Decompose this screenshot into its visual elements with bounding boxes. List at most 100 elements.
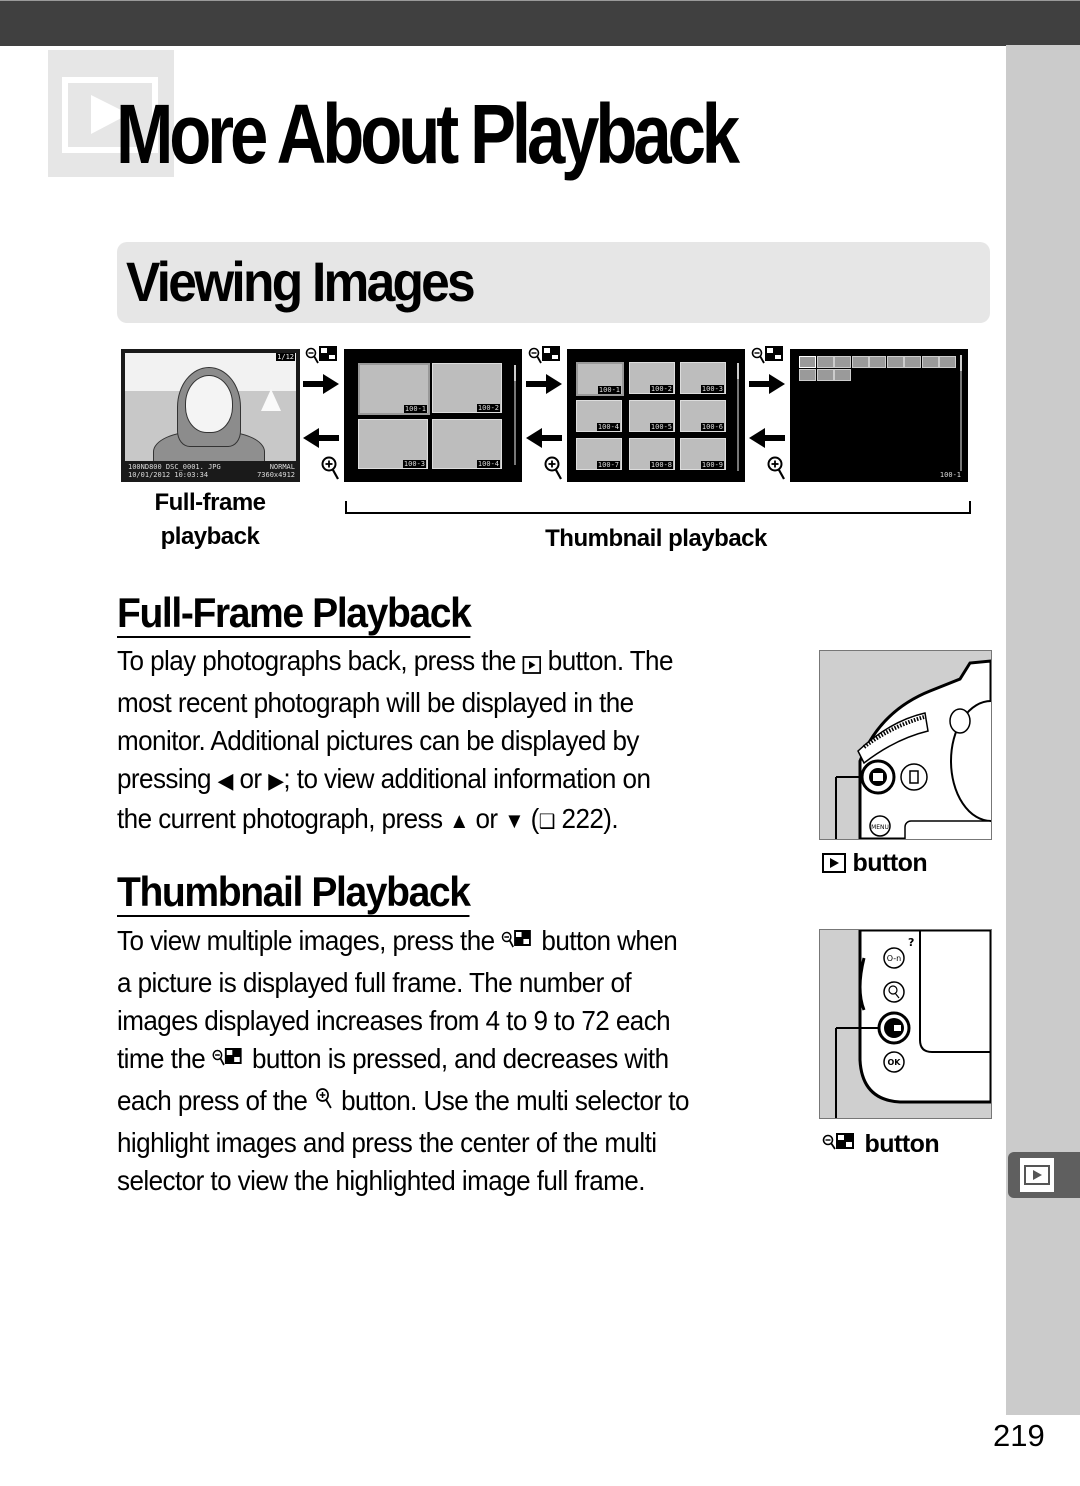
info-line2-left: 10/01/2012 10:03:34 xyxy=(128,471,209,479)
left-arrow-icon xyxy=(526,428,562,453)
paragraph-line: most recent photograph will be displayed… xyxy=(117,684,768,722)
chapter-title: More About Playback xyxy=(116,87,740,181)
mini-thumbnail xyxy=(799,369,816,381)
paragraph-line: the current photograph, press ▲ or ▼ (❑ … xyxy=(117,800,768,841)
playback-icon xyxy=(822,853,846,873)
svg-text:OK: OK xyxy=(888,1058,902,1067)
paragraph-line: To play photographs back, press the butt… xyxy=(117,642,768,684)
right-arrow-icon xyxy=(303,374,339,399)
paragraph-line: selector to view the highlighted image f… xyxy=(117,1162,768,1200)
paragraph-text: ( xyxy=(523,803,540,834)
mini-thumbnail xyxy=(921,356,939,368)
scrollbar xyxy=(514,365,516,465)
top-bar xyxy=(0,0,1080,46)
camera-back-drawing: MENU xyxy=(835,659,991,839)
left-arrow-icon: ◀ xyxy=(217,768,234,793)
zoom-in-icon xyxy=(320,455,342,488)
down-arrow-icon: ▼ xyxy=(504,808,524,833)
up-arrow-icon: ▲ xyxy=(449,808,469,833)
paragraph-text: the current photograph, press xyxy=(117,803,450,834)
paragraph-line: each press of the button. Use the multi … xyxy=(117,1082,768,1124)
playback-icon xyxy=(522,646,542,684)
heading-full-frame-playback: Full-Frame Playback xyxy=(117,589,472,638)
thumbnail: 100-2 xyxy=(432,363,502,413)
info-line1-left: 100ND800 DSC_0001. JPG xyxy=(128,463,221,471)
paragraph-text: time the xyxy=(117,1043,212,1074)
paragraph-text: highlight images and press the center of… xyxy=(117,1127,657,1158)
thumbnail: 100-6 xyxy=(680,400,726,432)
mini-thumbnail xyxy=(834,356,851,368)
thumbnail-button-caption-text: button xyxy=(864,1130,940,1158)
heading-thumbnail-playback: Thumbnail Playback xyxy=(117,868,471,917)
zoom-out-thumbnail-icon xyxy=(528,345,562,372)
right-arrow-icon xyxy=(749,374,785,399)
paragraph-line: highlight images and press the center of… xyxy=(117,1124,768,1162)
side-thumb-strip xyxy=(1006,45,1080,1415)
thumbnail-bracket xyxy=(345,501,971,514)
paragraph-text: button when xyxy=(534,925,678,956)
right-arrow-icon xyxy=(526,374,562,399)
playback-icon xyxy=(1024,1165,1050,1185)
thumbnail: 100-4 xyxy=(432,419,502,469)
paragraph-text: button. Use the multi selector to xyxy=(334,1085,689,1116)
zoom-in-icon xyxy=(314,1086,334,1124)
paragraph-line: a picture is displayed full frame. The n… xyxy=(117,964,768,1002)
paragraph-text: a picture is displayed full frame. The n… xyxy=(117,967,632,998)
screen-full-frame: 1/12 100ND800 DSC_0001. JPG NORMAL 10/01… xyxy=(121,349,300,482)
thumbnail: 100-3 xyxy=(358,419,428,469)
thumbnail: 100-1 xyxy=(358,363,430,415)
camera-rear-drawing: O-n ? OK xyxy=(835,930,991,1118)
svg-text:MENU: MENU xyxy=(871,824,889,831)
left-arrow-icon xyxy=(303,428,339,453)
paragraph-line: time the button is pressed, and decrease… xyxy=(117,1040,768,1082)
thumbnail-button-caption: button xyxy=(822,1130,940,1158)
info-line2-right: 7360x4912 xyxy=(257,471,295,479)
mini-thumbnail xyxy=(904,356,921,368)
zoom-in-icon xyxy=(766,455,788,488)
paragraph-text: or xyxy=(232,763,269,794)
svg-text:O-n: O-n xyxy=(887,954,901,963)
frame-counter: 1/12 xyxy=(276,353,295,361)
side-tab-icon-box xyxy=(1020,1158,1054,1192)
paragraph-text: each press of the xyxy=(117,1085,314,1116)
zoom-out-thumbnail-icon xyxy=(822,1133,854,1150)
paragraph-line: monitor. Additional pictures can be disp… xyxy=(117,722,768,760)
screen-9-thumbnails: 100-1 100-2 100-3 100-4 100-5 100-6 100-… xyxy=(567,349,745,482)
paragraph-text: images displayed increases from 4 to 9 t… xyxy=(117,1005,671,1036)
paragraph-text: button is pressed, and decreases with xyxy=(245,1043,669,1074)
screen-72-thumbnails: 100-1 xyxy=(790,349,968,482)
camera-thumbnail-button-illustration: O-n ? OK xyxy=(819,929,992,1119)
scrollbar xyxy=(960,355,962,471)
thumbnail-paragraph: To view multiple images, press the butto… xyxy=(117,922,817,1200)
thumbnail: 100-1 xyxy=(576,362,624,396)
mini-thumbnail xyxy=(834,369,851,381)
paragraph-line: images displayed increases from 4 to 9 t… xyxy=(117,1002,768,1040)
paragraph-line: To view multiple images, press the butto… xyxy=(117,922,768,964)
thumbnail: 100-9 xyxy=(680,438,726,470)
thumbnail: 100-3 xyxy=(680,362,726,394)
info-line1-right: NORMAL xyxy=(269,463,295,471)
paragraph-line: pressing ◀ or ▶; to view additional info… xyxy=(117,760,768,800)
mini-thumbnail xyxy=(799,356,816,368)
footer-label: 100-1 xyxy=(939,471,961,479)
mini-thumbnail xyxy=(886,356,904,368)
chapter-side-tab[interactable] xyxy=(1008,1152,1080,1198)
paragraph-text: 222). xyxy=(554,803,619,834)
full-frame-paragraph: To play photographs back, press the butt… xyxy=(117,642,817,841)
zoom-out-thumbnail-icon xyxy=(212,1044,245,1082)
mini-thumbnail xyxy=(816,356,834,368)
paragraph-text: To play photographs back, press the xyxy=(117,645,523,676)
thumbnail: 100-4 xyxy=(576,400,622,432)
paragraph-text: To view multiple images, press the xyxy=(117,925,502,956)
zoom-out-thumbnail-icon xyxy=(305,345,339,372)
zoom-out-thumbnail-icon xyxy=(751,345,785,372)
caption-full-frame-line1: Full-frame xyxy=(154,489,266,516)
playback-button-caption: button xyxy=(822,851,928,876)
paragraph-text: most recent photograph will be displayed… xyxy=(117,687,634,718)
thumbnail: 100-7 xyxy=(576,438,622,470)
mini-thumbnail xyxy=(816,369,834,381)
sample-photo xyxy=(125,353,296,461)
page-number: 219 xyxy=(993,1418,1045,1453)
paragraph-text: button. The xyxy=(541,645,674,676)
paragraph-text: pressing xyxy=(117,763,218,794)
